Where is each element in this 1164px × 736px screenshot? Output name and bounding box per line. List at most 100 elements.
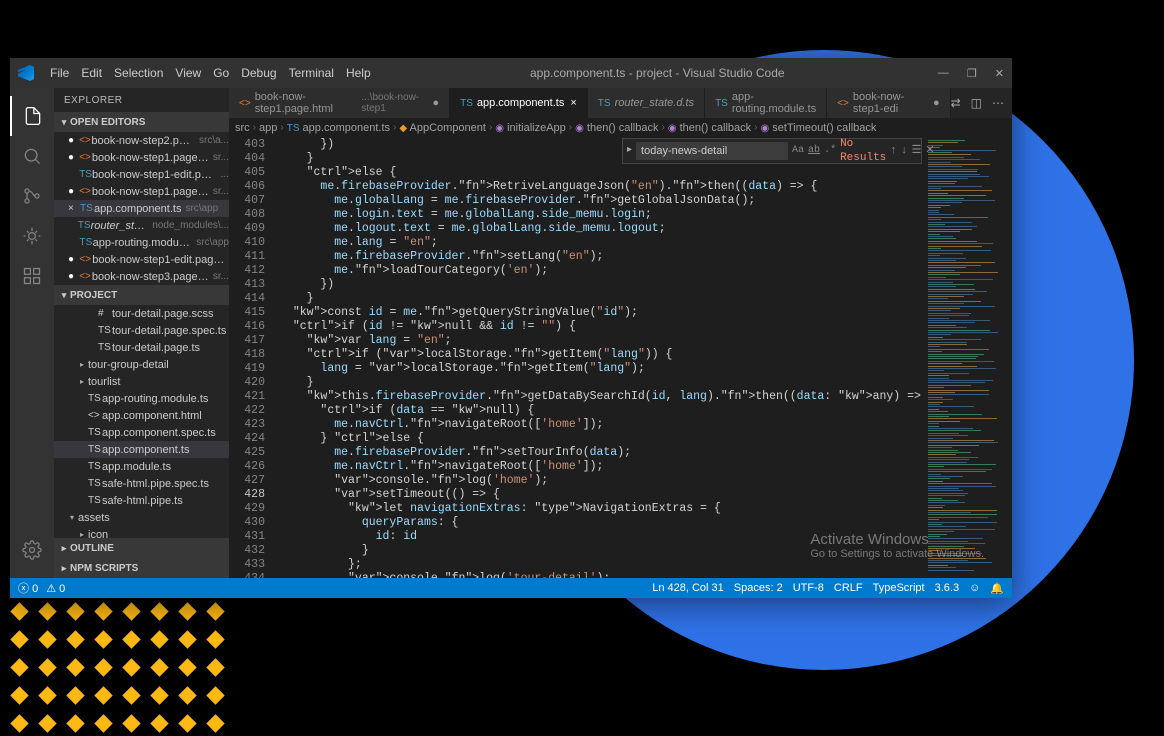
file-icon: TS [79, 169, 92, 180]
more-icon[interactable]: ⋯ [992, 96, 1004, 110]
open-editor-item[interactable]: ●<>book-now-step3.page.htmlsr... [54, 268, 229, 285]
status-encoding[interactable]: UTF-8 [793, 582, 824, 594]
line-gutter: 4034044054064074084094104114124134144154… [229, 138, 279, 578]
errors-icon[interactable]: ⓧ 0 [18, 580, 38, 596]
menu-debug[interactable]: Debug [235, 66, 282, 80]
menu-go[interactable]: Go [207, 66, 235, 80]
menu-edit[interactable]: Edit [75, 66, 108, 80]
item-label: tour-detail.page.ts [112, 342, 200, 354]
breadcrumb-item[interactable]: ◉ setTimeout() callback [760, 122, 876, 134]
chevron-down-icon: ▾ [66, 513, 78, 522]
status-version[interactable]: 3.6.3 [935, 582, 959, 594]
npm-scripts-header[interactable]: ▸ NPM SCRIPTS [54, 558, 229, 578]
match-word-icon[interactable]: ab [808, 144, 820, 158]
file-name: app.component.ts [94, 203, 181, 215]
breadcrumb-item[interactable]: ◉ then() callback [575, 122, 658, 134]
menu-terminal[interactable]: Terminal [283, 66, 340, 80]
folder-item[interactable]: ▸tour-group-detail [54, 356, 229, 373]
find-selection-icon[interactable]: ☰ [912, 144, 922, 158]
warnings-icon[interactable]: ⚠ 0 [46, 582, 65, 595]
match-case-icon[interactable]: Aa [792, 144, 804, 158]
folder-item[interactable]: ▸icon [54, 526, 229, 538]
tab[interactable]: TSapp.component.ts× [450, 88, 588, 118]
status-spaces[interactable]: Spaces: 2 [734, 582, 783, 594]
open-editor-item[interactable]: TSrouter_state.d.tsnode_modules\... [54, 217, 229, 234]
file-item[interactable]: TSapp.component.ts [54, 441, 229, 458]
file-item[interactable]: #tour-detail.page.scss [54, 305, 229, 322]
open-editor-item[interactable]: ●<>book-now-step1-edit.page.ht... [54, 251, 229, 268]
outline-header[interactable]: ▸ OUTLINE [54, 538, 229, 558]
split-icon[interactable]: ◫ [971, 96, 982, 110]
scm-icon[interactable] [10, 176, 54, 216]
tab[interactable]: TSapp-routing.module.ts [705, 88, 827, 118]
folder-item[interactable]: ▾assets [54, 509, 229, 526]
menu-selection[interactable]: Selection [108, 66, 169, 80]
find-next-icon[interactable]: ↓ [901, 144, 908, 158]
code-content[interactable]: }) } "ctrl">else { me.firebaseProvider."… [279, 138, 924, 578]
extensions-icon[interactable] [10, 256, 54, 296]
menu-view[interactable]: View [169, 66, 207, 80]
maximize-icon[interactable]: ❐ [967, 67, 977, 80]
feedback-icon[interactable]: ☺ [969, 582, 980, 594]
file-icon: <> [79, 152, 92, 163]
tab[interactable]: TSrouter_state.d.ts [588, 88, 705, 118]
find-input[interactable] [636, 142, 788, 160]
open-editor-item[interactable]: TSapp-routing.module.tssrc\app [54, 234, 229, 251]
breadcrumb-item[interactable]: TS app.component.ts [287, 122, 390, 134]
minimap[interactable] [924, 138, 1012, 578]
breadcrumb-item[interactable]: src [235, 122, 250, 134]
open-editors-header[interactable]: ▾ OPEN EDITORS [54, 112, 229, 132]
project-header[interactable]: ▾ PROJECT [54, 285, 229, 305]
close-icon[interactable]: × [68, 203, 76, 214]
tab[interactable]: <>book-now-step1-edi● [827, 88, 950, 118]
file-item[interactable]: <>app.component.html [54, 407, 229, 424]
debug-icon[interactable] [10, 216, 54, 256]
menu-help[interactable]: Help [340, 66, 377, 80]
tab[interactable]: <>book-now-step1.page.html...\book-now-s… [229, 88, 450, 118]
search-icon[interactable] [10, 136, 54, 176]
file-item[interactable]: TSsafe-html.pipe.ts [54, 492, 229, 509]
folder-item[interactable]: ▸tourlist [54, 373, 229, 390]
open-editor-item[interactable]: ●<>book-now-step2.page.tssrc\a... [54, 132, 229, 149]
open-editor-item[interactable]: TSbook-now-step1-edit.page.ts... [54, 166, 229, 183]
open-editor-item[interactable]: ×TSapp.component.tssrc\app [54, 200, 229, 217]
open-editor-item[interactable]: ●<>book-now-step1.page.htmlsr... [54, 183, 229, 200]
menu-file[interactable]: File [44, 66, 75, 80]
status-eol[interactable]: CRLF [834, 582, 863, 594]
breadcrumb-item[interactable]: ◉ then() callback [668, 122, 751, 134]
find-close-icon[interactable]: ✕ [925, 144, 934, 158]
gear-icon[interactable] [10, 530, 54, 570]
file-item[interactable]: TSapp.module.ts [54, 458, 229, 475]
breadcrumb-item[interactable]: ◆ AppComponent [399, 122, 486, 134]
compare-icon[interactable]: ⇄ [951, 96, 961, 110]
status-lang[interactable]: TypeScript [873, 582, 925, 594]
status-lncol[interactable]: Ln 428, Col 31 [652, 582, 724, 594]
file-item[interactable]: TSapp.component.spec.ts [54, 424, 229, 441]
find-expand-icon[interactable]: ▸ [627, 144, 632, 158]
find-prev-icon[interactable]: ↑ [890, 144, 897, 158]
file-icon: <> [79, 135, 91, 146]
close-icon[interactable]: ✕ [995, 67, 1004, 80]
dirty-icon: ● [68, 136, 75, 146]
item-label: assets [78, 512, 110, 524]
file-icon: TS [598, 98, 611, 109]
file-item[interactable]: TStour-detail.page.spec.ts [54, 322, 229, 339]
file-item[interactable]: TSsafe-html.pipe.spec.ts [54, 475, 229, 492]
close-icon[interactable]: × [570, 97, 576, 109]
chevron-down-icon: ▾ [58, 117, 70, 128]
breadcrumb-item[interactable]: ◉ initializeApp [495, 122, 566, 134]
file-item[interactable]: TSapp-routing.module.ts [54, 390, 229, 407]
breadcrumb-item[interactable]: app [259, 122, 277, 134]
chevron-right-icon: ▸ [76, 377, 88, 386]
file-name: book-now-step1.page.html [92, 186, 209, 198]
item-label: app.component.ts [102, 444, 189, 456]
breadcrumb[interactable]: src›app›TS app.component.ts›◆ AppCompone… [229, 118, 1012, 138]
minimize-icon[interactable]: — [938, 67, 949, 80]
window-controls: — ❐ ✕ [938, 67, 1004, 80]
file-icon: <> [79, 271, 92, 282]
regex-icon[interactable]: .* [824, 144, 836, 158]
open-editor-item[interactable]: ●<>book-now-step1.page.htmlsr... [54, 149, 229, 166]
file-item[interactable]: TStour-detail.page.ts [54, 339, 229, 356]
files-icon[interactable] [10, 96, 54, 136]
bell-icon[interactable]: 🔔 [990, 582, 1004, 595]
